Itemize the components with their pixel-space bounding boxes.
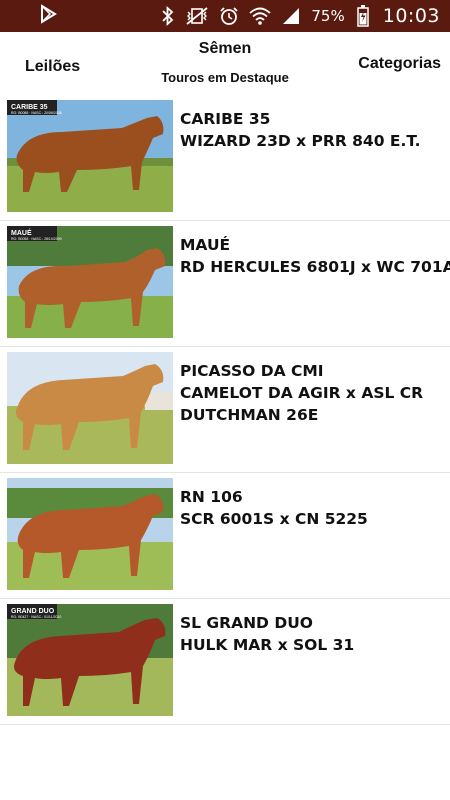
bull-pedigree: DUTCHMAN 26E — [180, 406, 319, 424]
bull-pedigree: CAMELOT DA AGIR x ASL CR — [180, 384, 424, 402]
battery-icon — [356, 5, 369, 27]
bull-pedigree: SCR 6001S x CN 5225 — [180, 510, 368, 528]
list-item[interactable]: PICASSO DA CMI CAMELOT DA AGIR x ASL CR … — [0, 347, 450, 473]
battery-percent: 75% — [311, 7, 345, 25]
bull-photo — [7, 352, 173, 464]
photo-caption-sub: RG: B0088 · NASC.: 20/06/2008 — [11, 111, 62, 115]
bull-photo: GRAND DUO RG: B0427 · NASC.: 01/11/2010 — [7, 604, 173, 716]
bull-pedigree: RD HERCULES 6801J x WC 701A — [180, 258, 450, 276]
bull-info: SL GRAND DUO HULK MAR x SOL 31 — [180, 612, 442, 656]
photo-caption: CARIBE 35 — [11, 104, 48, 111]
bull-info: MAUÉ RD HERCULES 6801J x WC 701A — [180, 234, 450, 278]
list-item[interactable]: GRAND DUO RG: B0427 · NASC.: 01/11/2010 … — [0, 599, 450, 725]
bull-info: PICASSO DA CMI CAMELOT DA AGIR x ASL CR … — [180, 360, 442, 426]
photo-caption: MAUÉ — [11, 228, 32, 237]
bull-name: RN 106 — [180, 488, 243, 506]
bull-info: CARIBE 35 WIZARD 23D x PRR 840 E.T. — [180, 108, 442, 152]
bull-name: CARIBE 35 — [180, 110, 271, 128]
bull-list: CARIBE 35 RG: B0088 · NASC.: 20/06/2008 … — [0, 95, 450, 725]
list-item[interactable]: MAUÉ RG: B0058 · NASC.: 28/10/2009 MAUÉ … — [0, 221, 450, 347]
bull-pedigree: WIZARD 23D x PRR 840 E.T. — [180, 132, 421, 150]
bull-name: MAUÉ — [180, 236, 231, 254]
bull-name: SL GRAND DUO — [180, 614, 313, 632]
bull-photo: MAUÉ RG: B0058 · NASC.: 28/10/2009 — [7, 226, 173, 338]
status-bar: 75% 10:03 — [0, 0, 450, 32]
bull-name: PICASSO DA CMI — [180, 362, 324, 380]
bull-pedigree: HULK MAR x SOL 31 — [180, 636, 355, 654]
photo-caption-sub: RG: B0427 · NASC.: 01/11/2010 — [11, 615, 61, 619]
bull-info: RN 106 SCR 6001S x CN 5225 — [180, 486, 442, 530]
bull-photo — [7, 478, 173, 590]
alarm-icon — [219, 6, 239, 26]
photo-caption-sub: RG: B0058 · NASC.: 28/10/2009 — [11, 237, 62, 241]
clock: 10:03 — [382, 5, 440, 27]
signal-icon — [281, 6, 301, 26]
photo-caption: GRAND DUO — [11, 608, 55, 615]
tab-categorias[interactable]: Categorias — [358, 55, 441, 73]
bluetooth-icon — [161, 6, 175, 26]
list-item[interactable]: RN 106 SCR 6001S x CN 5225 — [0, 473, 450, 599]
play-store-icon — [38, 3, 58, 29]
vibrate-mute-icon — [185, 6, 209, 26]
list-item[interactable]: CARIBE 35 RG: B0088 · NASC.: 20/06/2008 … — [0, 95, 450, 221]
bull-photo: CARIBE 35 RG: B0088 · NASC.: 20/06/2008 — [7, 100, 173, 212]
wifi-icon — [249, 6, 271, 26]
header-nav: Leilões Sêmen Touros em Destaque Categor… — [0, 32, 450, 95]
